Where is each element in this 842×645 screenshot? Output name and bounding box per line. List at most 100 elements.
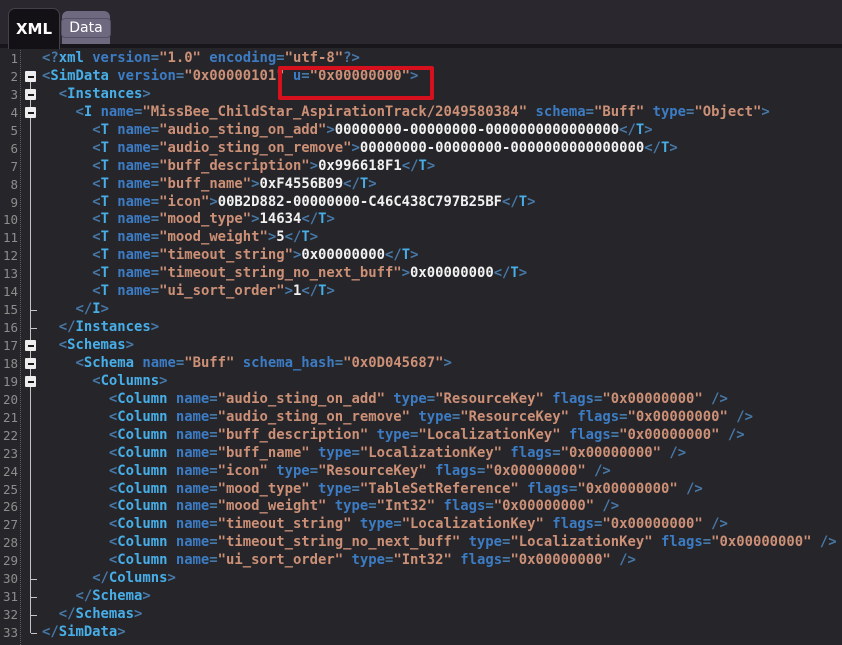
code-text[interactable]: <I name="MissBee_ChildStar_AspirationTra… [42,104,770,122]
code-line[interactable]: 25 <Column name="mood_type" type="TableS… [0,481,842,499]
tab-xml[interactable]: XML [8,8,60,49]
code-line[interactable]: 19 <Columns> [0,373,842,391]
fold-margin [21,409,40,427]
fold-margin [21,481,40,499]
code-line[interactable]: 6 <T name="audio_sting_on_remove">000000… [0,140,842,158]
code-text[interactable]: <Column name="audio_sting_on_remove" typ… [42,409,753,427]
code-line[interactable]: 12 <T name="timeout_string">0x00000000</… [0,247,842,265]
code-text[interactable]: <Column name="buff_description" type="Lo… [42,427,745,445]
fold-collapse-toggle-icon[interactable] [25,89,36,100]
fold-collapse-toggle-icon[interactable] [25,107,36,118]
code-text[interactable]: <Column name="mood_type" type="TableSetR… [42,481,703,499]
line-number: 26 [0,498,21,516]
code-text[interactable]: <Column name="buff_name" type="Localizat… [42,445,686,463]
code-line[interactable]: 18 <Schema name="Buff" schema_hash="0x0D… [0,355,842,373]
code-line[interactable]: 15 </I> [0,301,842,319]
code-line[interactable]: 32 </Schemas> [0,606,842,624]
fold-margin [21,176,40,194]
line-number: 11 [0,229,21,247]
code-text[interactable]: <Columns> [42,373,167,391]
code-line[interactable]: 10 <T name="mood_type">14634</T> [0,211,842,229]
code-text[interactable]: <Column name="timeout_string_no_next_buf… [42,534,837,552]
line-number: 12 [0,247,21,265]
code-line[interactable]: 30 </Columns> [0,570,842,588]
fold-margin [21,194,40,212]
fold-collapse-toggle-icon[interactable] [25,340,36,351]
code-text[interactable]: <Column name="timeout_string" type="Loca… [42,516,728,534]
fold-collapse-toggle-icon[interactable] [25,71,36,82]
fold-margin [21,68,40,86]
line-number: 25 [0,481,21,499]
fold-margin [21,265,40,283]
xml-editor-window: { "tabs": [ {"label": "XML", "active": t… [0,0,842,645]
code-text[interactable]: <Instances> [42,86,151,104]
code-text[interactable]: <T name="buff_description">0x996618F1</T… [42,158,435,176]
fold-collapse-toggle-icon[interactable] [25,376,36,387]
code-line[interactable]: 23 <Column name="buff_name" type="Locali… [0,445,842,463]
code-line[interactable]: 24 <Column name="icon" type="ResourceKey… [0,463,842,481]
code-text[interactable]: </I> [42,301,109,319]
code-text[interactable]: <T name="icon">00B2D882-00000000-C46C438… [42,194,536,212]
tab-bar: Data XML [0,0,842,48]
code-text[interactable]: <Schema name="Buff" schema_hash="0x0D045… [42,355,452,373]
code-line[interactable]: 33</SimData> [0,624,842,642]
code-text[interactable]: <Column name="ui_sort_order" type="Int32… [42,552,636,570]
code-line[interactable]: 20 <Column name="audio_sting_on_add" typ… [0,391,842,409]
code-line[interactable]: 8 <T name="buff_name">0xF4556B09</T> [0,176,842,194]
code-text[interactable]: <T name="mood_type">14634</T> [42,211,335,229]
fold-margin [21,355,40,373]
line-number: 3 [0,86,21,104]
code-line[interactable]: 13 <T name="timeout_string_no_next_buff"… [0,265,842,283]
line-number: 14 [0,283,21,301]
code-line[interactable]: 9 <T name="icon">00B2D882-00000000-C46C4… [0,194,842,212]
code-line[interactable]: 27 <Column name="timeout_string" type="L… [0,516,842,534]
line-number: 19 [0,373,21,391]
fold-margin [21,391,40,409]
code-text[interactable]: <Column name="audio_sting_on_add" type="… [42,391,728,409]
line-number: 7 [0,158,21,176]
code-text[interactable]: </Columns> [42,570,176,588]
code-text[interactable]: </Schema> [42,588,151,606]
code-text[interactable]: <Column name="icon" type="ResourceKey" f… [42,463,611,481]
fold-margin [21,104,40,122]
code-text[interactable]: <T name="buff_name">0xF4556B09</T> [42,176,377,194]
code-text[interactable]: </SimData> [42,624,126,642]
code-text[interactable]: <Column name="mood_weight" type="Int32" … [42,498,619,516]
minus-glyph [28,112,34,114]
code-line[interactable]: 16 </Instances> [0,319,842,337]
code-line[interactable]: 4 <I name="MissBee_ChildStar_AspirationT… [0,104,842,122]
fold-margin [21,229,40,247]
code-line[interactable]: 5 <T name="audio_sting_on_add">00000000-… [0,122,842,140]
tab-xml-label: XML [16,20,52,38]
code-text[interactable]: </Schemas> [42,606,142,624]
code-line[interactable]: 31 </Schema> [0,588,842,606]
fold-collapse-toggle-icon[interactable] [25,358,36,369]
fold-margin [21,373,40,391]
code-text[interactable]: </Instances> [42,319,159,337]
minus-glyph [28,76,34,78]
code-text[interactable]: <T name="timeout_string">0x00000000</T> [42,247,418,265]
code-text[interactable]: <T name="ui_sort_order">1</T> [42,283,335,301]
code-line[interactable]: 11 <T name="mood_weight">5</T> [0,229,842,247]
code-text[interactable]: <T name="mood_weight">5</T> [42,229,318,247]
code-line[interactable]: 7 <T name="buff_description">0x996618F1<… [0,158,842,176]
code-line[interactable]: 28 <Column name="timeout_string_no_next_… [0,534,842,552]
code-text[interactable]: <T name="audio_sting_on_add">00000000-00… [42,122,653,140]
line-number: 15 [0,301,21,319]
code-text[interactable]: <T name="audio_sting_on_remove">00000000… [42,140,678,158]
tab-data[interactable]: Data [62,11,110,44]
code-line[interactable]: 22 <Column name="buff_description" type=… [0,427,842,445]
fold-margin [21,534,40,552]
code-text[interactable]: <T name="timeout_string_no_next_buff">0x… [42,265,527,283]
code-text[interactable]: <Schemas> [42,337,134,355]
code-line[interactable]: 29 <Column name="ui_sort_order" type="In… [0,552,842,570]
code-line[interactable]: 26 <Column name="mood_weight" type="Int3… [0,498,842,516]
code-line[interactable]: 14 <T name="ui_sort_order">1</T> [0,283,842,301]
fold-margin [21,445,40,463]
code-editor[interactable]: 1<?xml version="1.0" encoding="utf-8"?>2… [0,48,842,645]
fold-margin [21,86,40,104]
line-number: 16 [0,319,21,337]
line-number: 9 [0,194,21,212]
code-line[interactable]: 17 <Schemas> [0,337,842,355]
code-line[interactable]: 21 <Column name="audio_sting_on_remove" … [0,409,842,427]
